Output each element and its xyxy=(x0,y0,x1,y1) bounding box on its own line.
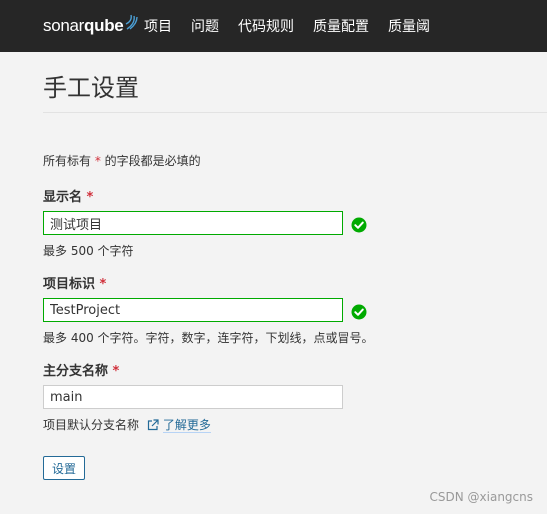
main-nav: 项目 问题 代码规则 质量配置 质量阈 xyxy=(144,0,449,52)
main-branch-label-text: 主分支名称 xyxy=(43,364,109,379)
external-link-icon xyxy=(147,419,159,431)
project-key-label: 项目标识 * xyxy=(43,273,106,292)
required-fields-hint: 所有标有 * 的字段都是必填的 xyxy=(43,152,201,169)
nav-item-quality-gates[interactable]: 质量阈 xyxy=(388,16,430,36)
logo-text-light: sonar xyxy=(43,16,85,35)
required-star: * xyxy=(86,190,94,205)
page-title: 手工设置 xyxy=(43,74,139,102)
project-key-input[interactable] xyxy=(43,298,343,322)
watermark: CSDN @xiangcns xyxy=(429,490,534,504)
valid-check-icon xyxy=(351,304,367,320)
hint-prefix: 所有标有 xyxy=(43,154,95,168)
sonar-waves-icon xyxy=(126,14,139,30)
display-name-label-text: 显示名 xyxy=(43,190,83,205)
display-name-input[interactable] xyxy=(43,211,343,235)
project-key-label-text: 项目标识 xyxy=(43,277,96,292)
nav-item-projects[interactable]: 项目 xyxy=(144,16,172,36)
required-star: * xyxy=(99,277,107,292)
project-key-help: 最多 400 个字符。字符，数字，连字符，下划线，点或冒号。 xyxy=(43,331,374,345)
main-branch-help-text: 项目默认分支名称 xyxy=(43,418,140,432)
display-name-label: 显示名 * xyxy=(43,186,93,205)
setup-submit-button[interactable]: 设置 xyxy=(43,456,85,480)
top-navigation-bar: sonar qube 项目 问题 代码规则 质量配置 质量阈 xyxy=(0,0,547,52)
valid-check-icon xyxy=(351,217,367,233)
sonarqube-logo[interactable]: sonar qube xyxy=(43,14,139,38)
hint-suffix: 的字段都是必填的 xyxy=(100,154,201,168)
nav-item-quality-profiles[interactable]: 质量配置 xyxy=(313,16,369,36)
required-star: * xyxy=(112,364,120,379)
main-branch-label: 主分支名称 * xyxy=(43,360,119,379)
nav-item-issues[interactable]: 问题 xyxy=(191,16,219,36)
learn-more-link[interactable]: 了解更多 xyxy=(162,418,211,433)
display-name-help: 最多 500 个字符 xyxy=(43,244,134,258)
nav-item-rules[interactable]: 代码规则 xyxy=(238,16,294,36)
main-branch-help: 项目默认分支名称 了解更多 xyxy=(43,416,211,433)
title-divider xyxy=(43,112,547,113)
logo-text-bold: qube xyxy=(84,16,124,35)
main-branch-input[interactable] xyxy=(43,385,343,409)
